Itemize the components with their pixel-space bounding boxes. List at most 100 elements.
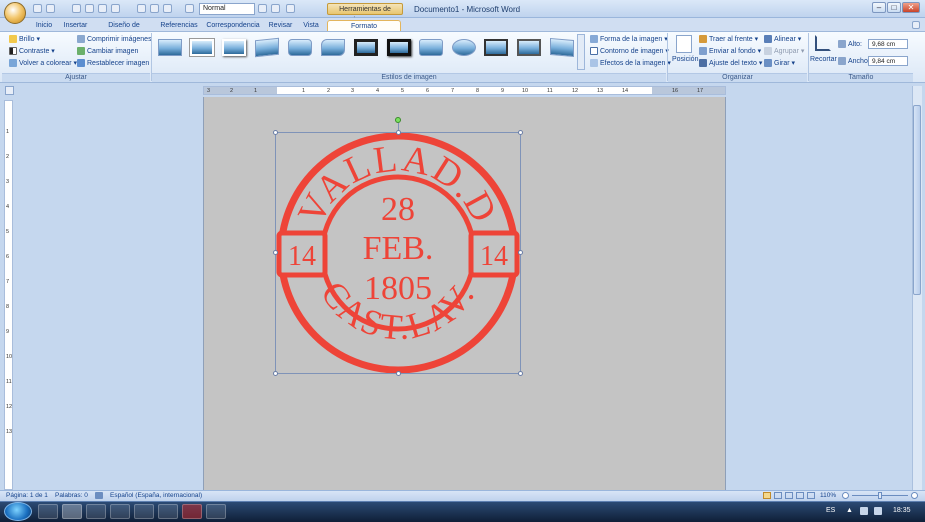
scrollbar-thumb[interactable] [913, 105, 921, 295]
traer-frente-button[interactable]: Traer al frente ▾ [699, 35, 758, 44]
customize-qat-icon[interactable] [286, 4, 295, 13]
help-icon[interactable] [912, 21, 920, 29]
print-layout-icon[interactable] [763, 492, 771, 499]
maximize-button[interactable]: □ [887, 2, 901, 13]
acrobat-icon[interactable] [182, 504, 202, 519]
picture-style-5[interactable] [288, 39, 312, 56]
resize-handle-nw[interactable] [273, 130, 278, 135]
forma-imagen-button[interactable]: Forma de la imagen ▾ [590, 35, 668, 44]
resize-handle-s[interactable] [396, 371, 401, 376]
zoom-in-button[interactable] [911, 492, 918, 499]
comprimir-button[interactable]: Comprimir imágenes [77, 35, 152, 43]
rotate-handle[interactable] [395, 117, 401, 123]
folder-icon[interactable] [134, 504, 154, 519]
posicion-button[interactable]: Posición [672, 56, 698, 63]
contorno-imagen-button[interactable]: Contorno de imagen ▾ [590, 47, 669, 56]
table-icon[interactable] [137, 4, 146, 13]
enviar-fondo-button[interactable]: Enviar al fondo ▾ [699, 47, 761, 56]
alinear-button[interactable]: Alinear ▾ [764, 35, 801, 44]
volume-icon[interactable] [860, 507, 868, 515]
gallery-scrollbar[interactable] [577, 34, 585, 70]
office-button[interactable] [4, 2, 26, 24]
volver-colorear-button[interactable]: Volver a colorear ▾ [9, 59, 77, 68]
outline-view-icon[interactable] [796, 492, 804, 499]
ruler-tick: 3 [207, 88, 211, 94]
zoom-slider-thumb[interactable] [878, 492, 882, 499]
paint-icon[interactable] [206, 504, 226, 519]
tray-language[interactable]: ES [826, 507, 835, 514]
full-screen-icon[interactable] [774, 492, 782, 499]
horizontal-ruler[interactable]: 3 2 1 1 2 3 4 5 6 7 8 9 10 11 12 13 14 1… [203, 86, 726, 95]
resize-handle-se[interactable] [518, 371, 523, 376]
vertical-ruler[interactable]: 1 2 3 4 5 6 7 8 9 10 11 12 13 [4, 100, 13, 490]
start-button[interactable] [4, 502, 32, 521]
ancho-input[interactable]: 9,84 cm [868, 56, 908, 66]
save-icon[interactable] [33, 4, 42, 13]
tab-selector-button[interactable] [5, 86, 14, 95]
page-count[interactable]: Página: 1 de 1 [6, 492, 48, 499]
web-layout-icon[interactable] [785, 492, 793, 499]
cambiar-button[interactable]: Cambiar imagen [77, 47, 138, 55]
open-icon[interactable] [72, 4, 81, 13]
zoom-level[interactable]: 110% [820, 492, 836, 499]
agrupar-button[interactable]: Agrupar ▾ [764, 47, 804, 56]
close-button[interactable]: ✕ [902, 2, 920, 13]
style-box[interactable]: Normal [199, 3, 255, 15]
picture-style-3[interactable] [222, 39, 246, 56]
resize-handle-n[interactable] [396, 130, 401, 135]
notepad-icon[interactable] [158, 504, 178, 519]
format-painter-icon[interactable] [185, 4, 194, 13]
resize-handle-e[interactable] [518, 250, 523, 255]
picture-style-9[interactable] [419, 39, 443, 56]
ruler-tick: 1 [302, 88, 306, 94]
users-icon[interactable] [38, 504, 58, 519]
picture-style-12[interactable] [517, 39, 541, 56]
paste-icon[interactable] [111, 4, 120, 13]
print-icon[interactable] [85, 4, 94, 13]
ruler-tick: 13 [597, 88, 604, 94]
picture-style-11[interactable] [484, 39, 508, 56]
ruler-tick: 11 [6, 379, 12, 385]
resize-handle-ne[interactable] [518, 130, 523, 135]
contraste-button[interactable]: Contraste ▾ [9, 47, 55, 56]
crop-icon[interactable] [815, 35, 831, 51]
zoom-out-button[interactable] [842, 492, 849, 499]
picture-style-8[interactable] [387, 39, 411, 56]
explorer-icon[interactable] [62, 504, 82, 519]
clock[interactable]: 18:35 [893, 507, 911, 514]
ruler-tick: 8 [6, 304, 10, 310]
resize-handle-w[interactable] [273, 250, 278, 255]
word-count[interactable]: Palabras: 0 [55, 492, 88, 499]
picture-icon[interactable] [150, 4, 159, 13]
draft-view-icon[interactable] [807, 492, 815, 499]
position-icon[interactable] [676, 35, 692, 53]
picture-style-4[interactable] [255, 37, 279, 58]
media-player-icon[interactable] [86, 504, 106, 519]
picture-style-10[interactable] [452, 39, 476, 56]
bullets-icon[interactable] [271, 4, 280, 13]
language[interactable]: Español (España, internacional) [110, 492, 202, 499]
chart-icon[interactable] [163, 4, 172, 13]
girar-button[interactable]: Girar ▾ [764, 59, 795, 68]
ruler-margin-right [652, 87, 725, 94]
show-hidden-icons[interactable]: ▲ [846, 507, 853, 514]
brillo-button[interactable]: Brillo ▾ [9, 35, 40, 44]
ajuste-texto-button[interactable]: Ajuste del texto ▾ [699, 59, 762, 68]
efectos-imagen-button[interactable]: Efectos de la imagen ▾ [590, 59, 671, 68]
picture-style-6[interactable] [321, 39, 345, 56]
picture-style-7[interactable] [354, 39, 378, 56]
resize-handle-sw[interactable] [273, 371, 278, 376]
styles-dropdown-icon[interactable] [258, 4, 267, 13]
minimize-button[interactable]: – [872, 2, 886, 13]
spelling-icon[interactable] [95, 492, 103, 499]
undo-icon[interactable] [46, 4, 55, 13]
picture-style-2[interactable] [190, 39, 214, 56]
flag-icon[interactable] [874, 507, 882, 515]
picture-style-1[interactable] [158, 39, 182, 56]
alto-input[interactable]: 9,68 cm [868, 39, 908, 49]
recortar-button[interactable]: Recortar [810, 56, 837, 63]
picture-style-13[interactable] [550, 37, 574, 58]
chrome-icon[interactable] [110, 504, 130, 519]
copy-icon[interactable] [98, 4, 107, 13]
restablecer-button[interactable]: Restablecer imagen [77, 59, 149, 67]
